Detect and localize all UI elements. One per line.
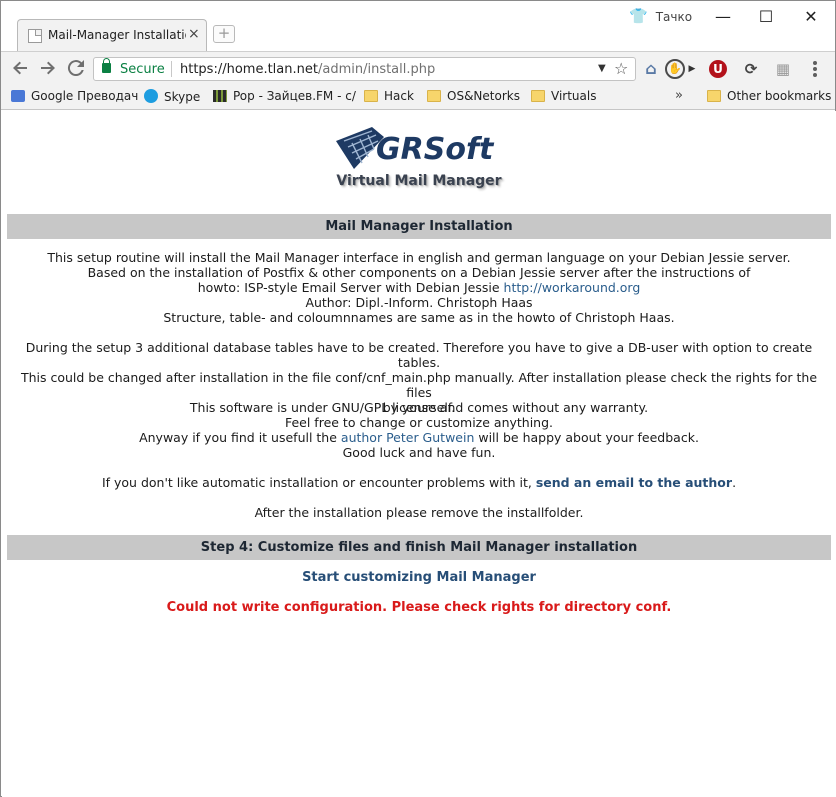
license-anyway-text: Anyway if you find it usefull the [139, 430, 341, 445]
license-line: Anyway if you find it usefull the author… [7, 430, 831, 445]
bookmark-folder-virtuals[interactable]: Virtuals [531, 89, 596, 103]
lock-icon [102, 58, 111, 73]
extension-arrow-icon[interactable]: ▶ [687, 59, 697, 79]
app-subtitle: Virtual Mail Manager [336, 173, 502, 189]
bookmark-google-translate[interactable]: Google Преводач [11, 89, 138, 103]
intro-line: Structure, table- and coloumnnames are s… [163, 310, 675, 325]
folder-icon [364, 90, 378, 102]
bookmark-label: Hack [384, 89, 414, 103]
folder-icon [531, 90, 545, 102]
tab-mail-manager[interactable]: Mail-Manager Installatio × [17, 19, 207, 51]
reload-button[interactable] [65, 58, 87, 80]
sync-extension-icon[interactable]: ⟳ [741, 59, 761, 79]
start-customizing-link[interactable]: Start customizing Mail Manager [302, 570, 536, 585]
bookmark-label: Google Преводач [31, 89, 139, 103]
url-path: /admin/install.php [317, 62, 436, 77]
folder-icon [427, 90, 441, 102]
workaround-link[interactable]: http://workaround.org [504, 280, 641, 295]
bookmark-label: Pop - Зайцев.FM - с/ [233, 89, 356, 103]
step-header: Step 4: Customize files and finish Mail … [7, 535, 831, 560]
intro-line: howto: ISP-style Email Server with Debia… [7, 280, 831, 295]
license-line: Feel free to change or customize anythin… [284, 415, 554, 430]
logo-text: GRSoft [376, 132, 495, 167]
ublock-icon[interactable]: U [709, 60, 727, 78]
customize-link-row: Start customizing Mail Manager [7, 570, 831, 585]
profile-shirt-icon: 👕 [629, 7, 648, 25]
bookmark-label: Other bookmarks [727, 89, 832, 103]
profile-button[interactable]: 👕 Тачко [629, 7, 692, 25]
intro-line: Based on the installation of Postfix & o… [87, 265, 751, 280]
secure-label: Secure [120, 62, 165, 77]
license-feedback-text: will be happy about your feedback. [474, 430, 699, 445]
license-text: This software is under GNU/GPL license a… [7, 400, 831, 460]
back-button[interactable] [9, 58, 31, 80]
profile-name: Тачко [655, 10, 693, 24]
author-link[interactable]: author Peter Gutwein [341, 430, 474, 445]
bookmark-label: OS&Netorks [447, 89, 520, 103]
bookmark-folder-osnetorks[interactable]: OS&Netorks [427, 89, 520, 103]
translate-icon [11, 90, 25, 102]
bookmark-folder-other[interactable]: Other bookmarks [707, 89, 831, 103]
bookmark-radio[interactable]: Pop - Зайцев.FM - с/ [213, 89, 356, 103]
grid-extension-icon[interactable]: ▦ [773, 59, 793, 79]
setup-line: This could be changed after installation… [20, 370, 818, 400]
skype-icon [144, 89, 158, 103]
browser-menu-icon[interactable] [813, 61, 817, 77]
address-bar[interactable]: Secure https://home.tlan.net/admin/insta… [93, 57, 636, 81]
new-tab-button[interactable]: + [213, 25, 235, 43]
intro-line: This setup routine will install the Mail… [47, 250, 791, 265]
home-icon[interactable]: ⌂ [641, 59, 661, 79]
page-content: GRSoft Virtual Mail Manager Mail Manager… [2, 111, 836, 797]
contact-suffix: . [732, 475, 737, 490]
install-header: Mail Manager Installation [7, 214, 831, 239]
bookmark-label: Skype [164, 90, 201, 104]
tab-title: Mail-Manager Installatio [48, 28, 186, 42]
radio-icon [213, 90, 227, 102]
contact-text: If you don't like automatic installation… [7, 475, 831, 490]
bookmarks-overflow-button[interactable]: » [675, 88, 683, 103]
reload-icon [67, 60, 84, 77]
grsoft-logo: GRSoft [336, 127, 495, 169]
bookmark-label: Virtuals [551, 89, 597, 103]
bookmark-star-icon[interactable]: ☆ [614, 59, 628, 78]
browser-toolbar: Secure https://home.tlan.net/admin/insta… [1, 51, 835, 85]
title-bar: Mail-Manager Installatio × + 👕 Тачко — ☐ … [1, 1, 835, 51]
license-line: This software is under GNU/GPL license a… [189, 400, 649, 415]
arrow-left-icon [13, 61, 27, 75]
contact-prefix: If you don't like automatic installation… [101, 475, 536, 490]
url-host: https://home.tlan.net [180, 62, 318, 77]
email-author-link[interactable]: send an email to the author [536, 475, 732, 490]
close-tab-icon[interactable]: × [188, 26, 200, 42]
setup-line: During the setup 3 additional database t… [25, 340, 813, 370]
bookmark-folder-hack[interactable]: Hack [364, 89, 414, 103]
remove-folder-note: After the installation please remove the… [254, 505, 584, 520]
intro-line: Author: Dipl.-Inform. Christoph Haas [305, 295, 533, 310]
license-line: Good luck and have fun. [342, 445, 496, 460]
forward-button[interactable] [37, 58, 59, 80]
minimize-button[interactable]: — [703, 5, 743, 29]
bookmarks-bar: Google Преводач Skype Pop - Зайцев.FM - … [1, 85, 835, 110]
bookmark-skype[interactable]: Skype [144, 89, 200, 104]
maximize-button[interactable]: ☐ [746, 5, 786, 29]
browser-window: Mail-Manager Installatio × + 👕 Тачко — ☐ … [0, 0, 836, 797]
url-text[interactable]: https://home.tlan.net/admin/install.php [180, 62, 435, 77]
page-icon [28, 29, 42, 43]
close-window-button[interactable]: ✕ [791, 5, 831, 29]
arrow-right-icon [41, 61, 55, 75]
dropdown-arrow-icon[interactable]: ▼ [598, 63, 606, 74]
intro-howto-text: howto: ISP-style Email Server with Debia… [197, 280, 504, 295]
omnibox-divider [171, 61, 172, 77]
hand-extension-icon[interactable]: ✋ [665, 59, 685, 79]
intro-text: This setup routine will install the Mail… [7, 250, 831, 325]
error-message: Could not write configuration. Please ch… [166, 600, 672, 615]
folder-icon [707, 90, 721, 102]
